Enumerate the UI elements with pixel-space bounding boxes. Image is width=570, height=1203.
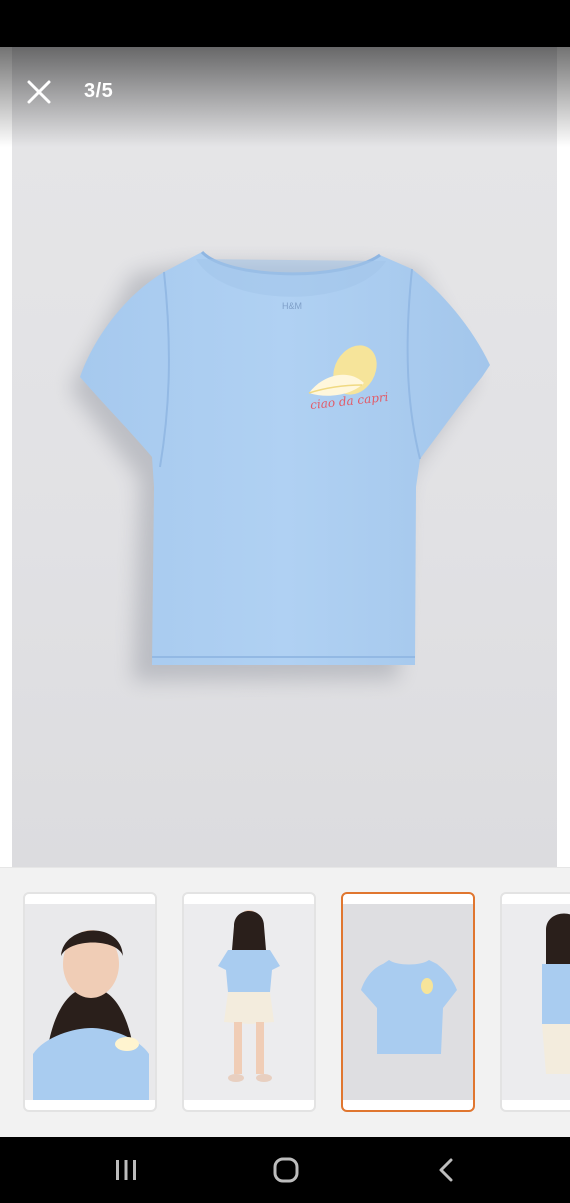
home-button[interactable] bbox=[256, 1151, 316, 1189]
svg-text:H&M: H&M bbox=[282, 301, 302, 311]
thumbnail-image bbox=[184, 904, 314, 1100]
back-button[interactable] bbox=[416, 1151, 476, 1189]
home-icon bbox=[273, 1157, 299, 1183]
image-counter: 3/5 bbox=[84, 80, 114, 102]
close-button[interactable] bbox=[22, 75, 56, 109]
close-icon bbox=[27, 80, 51, 104]
tshirt-image: H&M bbox=[70, 250, 490, 681]
image-viewer[interactable]: H&M ciao da capri 3/5 bbox=[0, 47, 570, 867]
thumbnail-image bbox=[25, 904, 155, 1100]
recents-icon bbox=[116, 1160, 136, 1180]
back-icon bbox=[439, 1158, 453, 1182]
status-bar bbox=[0, 0, 570, 47]
thumbnail-3[interactable] bbox=[341, 892, 475, 1112]
thumbnail-1[interactable] bbox=[23, 892, 157, 1112]
thumbnail-image bbox=[343, 904, 473, 1100]
recents-button[interactable] bbox=[96, 1151, 156, 1189]
product-photo[interactable]: H&M ciao da capri bbox=[12, 47, 557, 867]
thumbnail-image bbox=[502, 904, 570, 1100]
thumbnail-strip[interactable] bbox=[0, 867, 570, 1138]
thumbnail-4[interactable] bbox=[500, 892, 570, 1112]
navigation-bar bbox=[0, 1137, 570, 1203]
thumbnail-2[interactable] bbox=[182, 892, 316, 1112]
